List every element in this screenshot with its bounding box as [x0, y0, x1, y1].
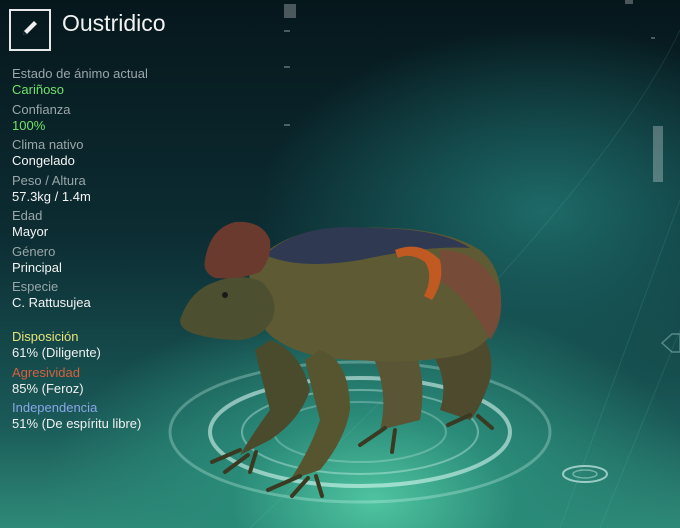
- stat-label: Peso / Altura: [12, 172, 86, 188]
- stat-mood: Estado de ánimo actual Cariñoso: [12, 66, 212, 98]
- stat-weight-height: Peso / Altura 57.3kg / 1.4m: [12, 173, 212, 205]
- stat-label: Estado de ánimo actual: [12, 66, 148, 81]
- pencil-icon: [19, 17, 41, 44]
- stat-value: Mayor: [12, 224, 49, 239]
- stat-label: Especie: [12, 279, 59, 294]
- trait-label: Independencia: [12, 400, 98, 415]
- stat-value: 57.3kg / 1.4m: [12, 188, 91, 204]
- stat-trust: Confianza 100%: [12, 102, 212, 134]
- stat-gender: Género Principal: [12, 244, 212, 276]
- stat-value: Principal: [12, 259, 62, 275]
- trait-aggression: Agresividad 85% (Feroz): [12, 365, 232, 397]
- stat-label: Clima nativo: [12, 137, 84, 152]
- stat-species: Especie C. Rattusujea: [12, 279, 212, 311]
- stat-value: Cariñoso: [12, 82, 65, 97]
- creature-name: Oustridico: [62, 10, 166, 36]
- rename-button[interactable]: [9, 9, 51, 51]
- trait-independence: Independencia 51% (De espíritu libre): [12, 400, 232, 432]
- trait-value: 61% (Diligente): [12, 345, 101, 360]
- trait-value: 51% (De espíritu libre): [12, 416, 142, 431]
- stat-value: 100%: [12, 117, 46, 133]
- stat-age: Edad Mayor: [12, 208, 212, 240]
- creature-stats: Estado de ánimo actual Cariñoso Confianz…: [12, 66, 212, 315]
- stat-label: Confianza: [12, 101, 71, 117]
- trait-label: Agresividad: [12, 364, 80, 380]
- stat-value: Congelado: [12, 153, 75, 168]
- trait-label: Disposición: [12, 329, 79, 344]
- trait-value: 85% (Feroz): [12, 380, 84, 396]
- stat-label: Género: [12, 243, 56, 259]
- creature-traits: Disposición 61% (Diligente) Agresividad …: [12, 329, 232, 436]
- stat-value: C. Rattusujea: [12, 295, 91, 310]
- stat-climate: Clima nativo Congelado: [12, 137, 212, 169]
- trait-disposition: Disposición 61% (Diligente): [12, 329, 232, 361]
- stat-label: Edad: [12, 208, 43, 223]
